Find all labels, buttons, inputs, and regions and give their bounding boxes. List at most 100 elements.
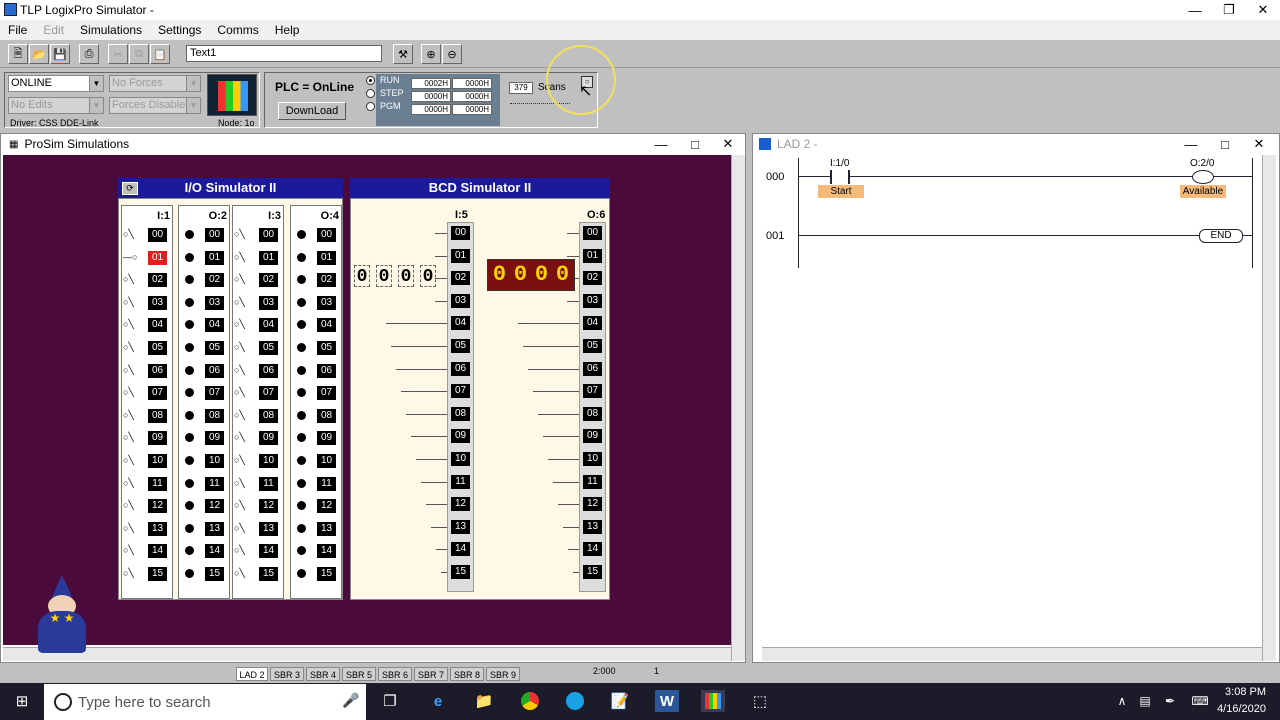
toggle-switch[interactable]: ○╲	[234, 545, 254, 555]
logixpro-taskbar-icon[interactable]	[701, 690, 725, 712]
ladder-close-button[interactable]: ✕	[1242, 134, 1276, 154]
file-explorer-icon[interactable]: 📁	[472, 690, 496, 712]
prosim-minimize-button[interactable]: —	[644, 134, 678, 154]
chevron-up-icon[interactable]: ∧	[1110, 690, 1134, 712]
menu-settings[interactable]: Settings	[150, 23, 209, 37]
rung-number-1[interactable]: 001	[766, 230, 784, 242]
tab-sbr6[interactable]: SBR 6	[378, 667, 412, 681]
toggle-switch[interactable]: ○╲	[234, 478, 254, 488]
menu-simulations[interactable]: Simulations	[72, 23, 150, 37]
toggle-switch[interactable]: ○╲	[123, 500, 143, 510]
zoom-in-icon[interactable]: ⊕	[421, 44, 441, 64]
tab-lad2[interactable]: LAD 2	[236, 667, 268, 681]
minimize-button[interactable]: —	[1178, 0, 1212, 20]
tab-sbr9[interactable]: SBR 9	[486, 667, 520, 681]
contact-address[interactable]: I:1/0	[830, 158, 849, 169]
toggle-switch[interactable]: ○╲	[234, 432, 254, 442]
menu-edit[interactable]: Edit	[35, 23, 72, 37]
toggle-switch[interactable]: ○╲	[123, 545, 143, 555]
network-icon[interactable]: ▤	[1133, 690, 1157, 712]
toggle-switch[interactable]: ○╲	[123, 568, 143, 578]
ladder-maximize-button[interactable]: □	[1208, 134, 1242, 154]
new-file-icon[interactable]: 🗎	[8, 44, 28, 64]
thumbwheel-digit[interactable]: 0	[376, 265, 392, 287]
save-icon[interactable]: 💾	[50, 44, 70, 64]
wizard-assistant[interactable]: ★ ★	[30, 575, 94, 655]
close-button[interactable]: ✕	[1246, 0, 1280, 20]
coil-address[interactable]: O:2/0	[1190, 158, 1214, 169]
toggle-switch[interactable]: ○╲	[234, 229, 254, 239]
edits-select[interactable]: No Edits ▼	[8, 97, 104, 114]
pen-icon[interactable]: ✒	[1158, 690, 1182, 712]
skype-icon[interactable]	[563, 690, 587, 712]
toggle-switch[interactable]: ○╲	[234, 500, 254, 510]
toggle-switch[interactable]: ○╲	[123, 365, 143, 375]
toggle-switch[interactable]: ○╲	[123, 432, 143, 442]
toggle-switch[interactable]: ○╲	[234, 455, 254, 465]
forces-select[interactable]: No Forces ▼	[109, 75, 201, 92]
menu-comms[interactable]: Comms	[209, 23, 266, 37]
taskbar-search-input[interactable]: Type here to search 🎤	[44, 684, 366, 720]
toggle-switch[interactable]: ○╲	[123, 319, 143, 329]
pgm-radio[interactable]	[366, 102, 375, 111]
prosim-hscrollbar[interactable]	[3, 647, 731, 661]
menu-file[interactable]: File	[0, 23, 35, 37]
refresh-icon[interactable]: ⟳	[122, 182, 138, 195]
tab-sbr8[interactable]: SBR 8	[450, 667, 484, 681]
toggle-switch[interactable]: ○╲	[123, 410, 143, 420]
toggle-switch[interactable]: ○╲	[123, 297, 143, 307]
toggle-switch[interactable]: ―○	[123, 252, 143, 262]
toggle-switch[interactable]: ○╲	[123, 274, 143, 284]
tab-sbr7[interactable]: SBR 7	[414, 667, 448, 681]
toggle-switch[interactable]: ○╲	[234, 274, 254, 284]
toggle-switch[interactable]: ○╲	[123, 387, 143, 397]
toggle-switch[interactable]: ○╲	[234, 252, 254, 262]
forces-disabled-select[interactable]: Forces Disabled ▼	[109, 97, 201, 114]
clock-time[interactable]: 3:08 PM	[1216, 686, 1266, 698]
print-icon[interactable]: ⎙	[79, 44, 99, 64]
toggle-switch[interactable]: ○╲	[234, 297, 254, 307]
thumbwheel-digit[interactable]: 0	[354, 265, 370, 287]
toggle-switch[interactable]: ○╲	[123, 523, 143, 533]
start-windows-icon[interactable]: ⊞	[10, 690, 34, 712]
prosim-maximize-button[interactable]: □	[678, 134, 712, 154]
tools-icon[interactable]: ⚒	[393, 44, 413, 64]
toggle-switch[interactable]: ○╲	[123, 229, 143, 239]
ote-coil[interactable]	[1192, 170, 1214, 184]
word-icon[interactable]: W	[655, 690, 679, 712]
tab-sbr4[interactable]: SBR 4	[306, 667, 340, 681]
clock-date[interactable]: 4/16/2020	[1212, 703, 1266, 715]
toggle-switch[interactable]: ○╲	[123, 478, 143, 488]
microphone-icon[interactable]: 🎤	[342, 692, 359, 709]
ladder-vscrollbar[interactable]	[1262, 155, 1276, 661]
notepad-icon[interactable]: 📝	[608, 690, 632, 712]
keyboard-icon[interactable]: ⌨	[1188, 690, 1212, 712]
rung-number-0[interactable]: 000	[766, 171, 784, 183]
menu-help[interactable]: Help	[267, 23, 308, 37]
task-view-icon[interactable]: ❐	[378, 690, 402, 712]
run-radio[interactable]	[366, 76, 375, 85]
toggle-switch[interactable]: ○╲	[123, 455, 143, 465]
toggle-switch[interactable]: ○╲	[234, 342, 254, 352]
maximize-button[interactable]: ❐	[1212, 0, 1246, 20]
toggle-switch[interactable]: ○╲	[123, 342, 143, 352]
toggle-switch[interactable]: ○╲	[234, 410, 254, 420]
toggle-switch[interactable]: ○╲	[234, 523, 254, 533]
prosim-vscrollbar[interactable]	[731, 155, 745, 661]
text-input[interactable]: Text1	[186, 45, 382, 62]
zoom-out-icon[interactable]: ⊖	[442, 44, 462, 64]
toggle-switch[interactable]: ○╲	[234, 387, 254, 397]
chrome-icon[interactable]	[518, 690, 542, 712]
tab-sbr3[interactable]: SBR 3	[270, 667, 304, 681]
thumbwheel-digit[interactable]: 0	[420, 265, 436, 287]
ladder-minimize-button[interactable]: —	[1174, 134, 1208, 154]
thumbwheel-digit[interactable]: 0	[398, 265, 414, 287]
toggle-switch[interactable]: ○╲	[234, 568, 254, 578]
toggle-switch[interactable]: ○╲	[234, 319, 254, 329]
prosim-close-button[interactable]: ✕	[711, 134, 745, 154]
toggle-switch[interactable]: ○╲	[234, 365, 254, 375]
download-button[interactable]: DownLoad	[278, 102, 346, 120]
step-radio[interactable]	[366, 89, 375, 98]
xic-contact[interactable]	[830, 170, 850, 184]
open-folder-icon[interactable]: 📂	[29, 44, 49, 64]
